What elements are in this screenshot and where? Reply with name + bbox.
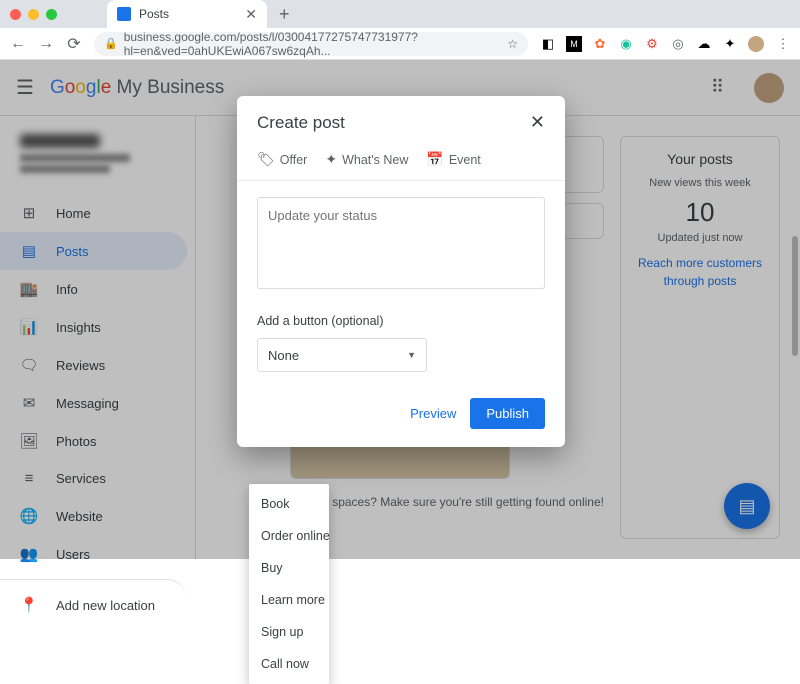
new-tab-button[interactable]: +	[279, 4, 290, 25]
button-type-dropdown: Book Order online Buy Learn more Sign up…	[249, 484, 329, 684]
ext-icon[interactable]: ◧	[540, 36, 556, 52]
modal-title: Create post	[257, 113, 345, 133]
back-icon[interactable]: ←	[10, 35, 26, 53]
reload-icon[interactable]: ⟳	[66, 34, 82, 54]
forward-icon[interactable]: →	[38, 35, 54, 53]
option-buy[interactable]: Buy	[249, 552, 329, 584]
sidebar-item-add-location[interactable]: 📍Add new location	[0, 579, 187, 624]
option-call-now[interactable]: Call now	[249, 648, 329, 680]
profile-avatar-icon[interactable]	[748, 36, 764, 52]
calendar-icon: 📅	[426, 151, 443, 168]
tab-title: Posts	[139, 7, 169, 21]
location-icon: 📍	[20, 596, 38, 614]
tab-offer[interactable]: 🏷Offer	[257, 151, 307, 168]
add-button-label: Add a button (optional)	[257, 314, 545, 328]
browser-toolbar: ← → ⟳ 🔒 business.google.com/posts/l/0300…	[0, 28, 800, 60]
close-icon[interactable]: ✕	[530, 112, 545, 133]
ext-icon[interactable]: ✿	[592, 36, 608, 52]
publish-button[interactable]: Publish	[470, 398, 545, 429]
ext-icon[interactable]: M	[566, 36, 582, 52]
window-titlebar: Posts ✕ +	[0, 0, 800, 28]
address-bar[interactable]: 🔒 business.google.com/posts/l/0300417727…	[94, 32, 528, 56]
button-type-select[interactable]: None ▼	[257, 338, 427, 372]
tag-icon: 🏷	[257, 151, 275, 168]
tab-whats-new[interactable]: ✦What's New	[325, 151, 408, 168]
ext-icon[interactable]: ◉	[618, 36, 634, 52]
url-text: business.google.com/posts/l/030041772757…	[124, 30, 502, 58]
post-type-tabs: 🏷Offer ✦What's New 📅Event	[237, 143, 565, 181]
create-post-modal: Create post ✕ 🏷Offer ✦What's New 📅Event …	[237, 96, 565, 447]
lock-icon: 🔒	[104, 37, 118, 50]
sparkle-icon: ✦	[325, 151, 337, 168]
ext-icon[interactable]: ✦	[722, 36, 738, 52]
tab-event[interactable]: 📅Event	[426, 151, 480, 168]
chevron-down-icon: ▼	[407, 350, 416, 360]
option-book[interactable]: Book	[249, 488, 329, 520]
tab-favicon	[117, 7, 131, 21]
browser-menu-icon[interactable]: ⋮	[774, 36, 790, 52]
browser-tab[interactable]: Posts ✕	[107, 0, 267, 28]
preview-button[interactable]: Preview	[410, 406, 456, 421]
option-order-online[interactable]: Order online	[249, 520, 329, 552]
option-sign-up[interactable]: Sign up	[249, 616, 329, 648]
status-textarea[interactable]	[257, 197, 545, 289]
close-tab-icon[interactable]: ✕	[245, 6, 257, 23]
star-icon[interactable]: ☆	[507, 37, 518, 51]
option-learn-more[interactable]: Learn more	[249, 584, 329, 616]
ext-icon[interactable]: ⚙	[644, 36, 660, 52]
ext-icon[interactable]: ☁	[696, 36, 712, 52]
ext-icon[interactable]: ◎	[670, 36, 686, 52]
traffic-lights[interactable]	[10, 9, 57, 20]
extension-icons: ◧ M ✿ ◉ ⚙ ◎ ☁ ✦ ⋮	[540, 36, 790, 52]
